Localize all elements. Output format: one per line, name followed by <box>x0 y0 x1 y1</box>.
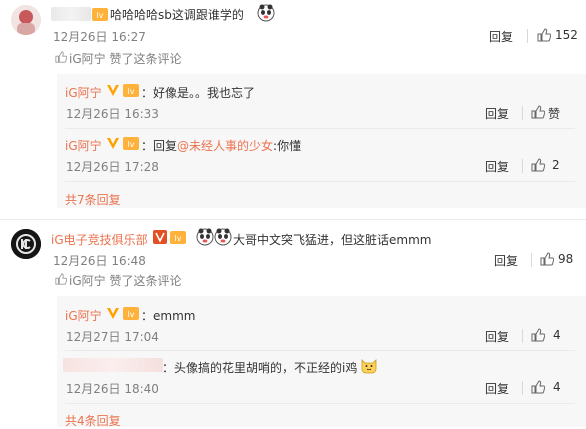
reply-button[interactable]: 回复 <box>489 28 513 45</box>
cat-emoji-icon <box>360 356 378 374</box>
reply-author[interactable]: iG阿宁 <box>65 307 102 324</box>
comment-author[interactable]: iG电子竞技俱乐部 <box>51 231 148 248</box>
level-badge-icon: lv <box>92 7 108 21</box>
reply-button[interactable]: 回复 <box>485 105 509 122</box>
reply-time: 12月27日 17:04 <box>66 330 159 344</box>
blurred-username[interactable] <box>63 358 163 372</box>
reply-button[interactable]: 回复 <box>485 158 509 175</box>
reply-text: ：头像搞的花里胡哨的，不正经的i鸡 <box>162 361 358 375</box>
like-count[interactable]: 2 <box>552 158 560 172</box>
verified-v-icon <box>153 229 167 244</box>
reply-time: 12月26日 16:33 <box>66 107 159 121</box>
divider <box>527 29 528 43</box>
reply-text: ：回复@未经人事的少女:你懂 <box>141 137 301 154</box>
level-badge-icon: lv <box>123 83 139 97</box>
reply-author[interactable]: iG阿宁 <box>65 137 102 154</box>
reply-button[interactable]: 回复 <box>494 252 518 269</box>
verified-v-icon <box>106 82 120 97</box>
divider <box>522 106 523 120</box>
reply-author[interactable]: iG阿宁 <box>65 84 102 101</box>
reply-text: ：emmm <box>141 309 196 323</box>
divider <box>522 159 523 173</box>
thumb-up-icon[interactable] <box>540 252 555 266</box>
reply-text: ：好像是。。我也忘了 <box>141 86 256 100</box>
divider <box>522 381 523 395</box>
svg-text:lv: lv <box>97 11 104 20</box>
thumb-up-icon[interactable] <box>531 158 546 172</box>
panda-emoji-icon <box>196 228 214 246</box>
reply-button[interactable]: 回复 <box>485 328 509 345</box>
panda-emoji-icon <box>214 228 232 246</box>
divider <box>65 350 575 351</box>
blurred-username[interactable] <box>51 7 91 21</box>
more-replies-link[interactable]: 共7条回复 <box>65 191 121 208</box>
mention-link[interactable]: @未经人事的少女 <box>177 139 273 153</box>
like-count[interactable]: 98 <box>558 252 573 266</box>
divider <box>522 329 523 343</box>
reply-suffix: :你懂 <box>273 139 302 153</box>
divider <box>65 181 575 182</box>
liked-by-thumb-icon <box>55 51 68 66</box>
level-badge-icon: lv <box>170 230 186 244</box>
like-button[interactable]: 赞 <box>548 105 560 122</box>
svg-text:lv: lv <box>128 310 135 319</box>
divider <box>65 128 575 129</box>
level-badge-icon: lv <box>123 306 139 320</box>
comment-time: 12月26日 16:48 <box>53 254 146 268</box>
liked-by-text: iG阿宁 赞了这条评论 <box>69 274 182 288</box>
comment-time: 12月26日 16:27 <box>53 30 146 44</box>
like-count[interactable]: 4 <box>553 328 561 342</box>
more-replies-link[interactable]: 共4条回复 <box>65 412 121 429</box>
like-count[interactable]: 4 <box>553 380 561 394</box>
reply-prefix: ：回复 <box>141 139 178 153</box>
reply-button[interactable]: 回复 <box>485 380 509 397</box>
thumb-up-icon[interactable] <box>531 328 546 342</box>
svg-text:lv: lv <box>128 87 135 96</box>
thumb-up-icon[interactable] <box>537 28 552 42</box>
verified-v-icon <box>106 135 120 150</box>
avatar[interactable] <box>11 5 41 35</box>
ig-logo-icon[interactable] <box>11 229 41 259</box>
verified-v-icon <box>106 305 120 320</box>
reply-time: 12月26日 18:40 <box>66 382 159 396</box>
comment-text: 大哥中文突飞猛进，但这脏话emmm <box>233 233 432 247</box>
liked-by-thumb-icon <box>55 273 68 288</box>
divider <box>65 403 575 404</box>
divider <box>531 253 532 267</box>
liked-by-text: iG阿宁 赞了这条评论 <box>69 52 182 66</box>
svg-text:lv: lv <box>128 140 135 149</box>
comment-text: 哈哈哈哈sb这调跟谁学的 <box>110 8 244 22</box>
section-divider <box>0 219 586 220</box>
level-badge-icon: lv <box>123 136 139 150</box>
reply-time: 12月26日 17:28 <box>66 160 159 174</box>
thumb-up-icon[interactable] <box>531 105 546 119</box>
like-count[interactable]: 152 <box>555 28 578 42</box>
panda-emoji-icon <box>257 4 275 22</box>
svg-text:lv: lv <box>175 234 182 243</box>
thumb-up-icon[interactable] <box>531 380 546 394</box>
